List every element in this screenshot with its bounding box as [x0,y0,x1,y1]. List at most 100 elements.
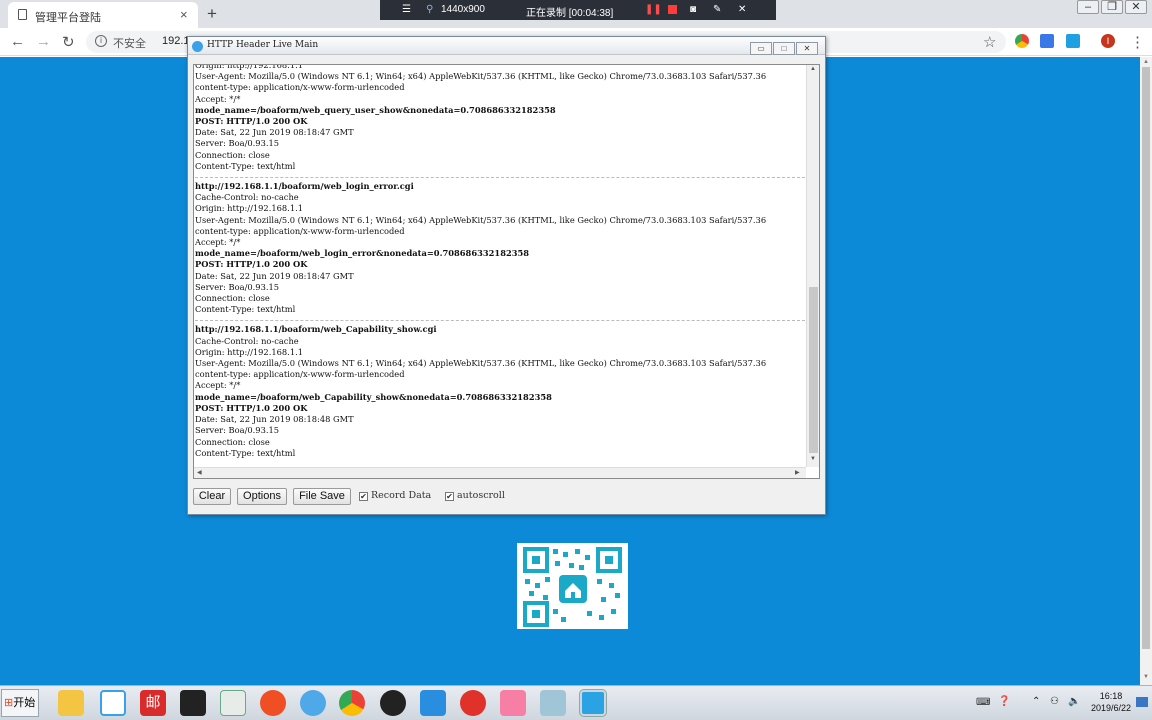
checkmark-icon[interactable]: ✔ [359,492,368,501]
log-line: mode_name=/boaform/web_query_user_show&n… [195,104,556,115]
back-icon[interactable]: ← [10,33,25,50]
log-line: Server: Boa/0.93.15 [195,425,280,436]
page-scroll-thumb[interactable] [1142,67,1150,649]
log-line: Cache-Control: no-cache [195,192,299,203]
pause-icon[interactable]: ❚❚ [645,4,662,15]
log-line: http://192.168.1.1/boaform/web_Capabilit… [195,324,437,335]
clock-date: 2019/6/22 [1090,703,1132,713]
log-line: POST: HTTP/1.0 200 OK [195,402,308,413]
log-line: Content-Type: text/html [195,447,296,458]
log-scroll-down-arrow[interactable]: ▼ [810,456,816,462]
header-log-area[interactable]: Origin: http://192.168.1.1 User-Agent: Mo… [193,64,820,479]
info-icon[interactable]: i [95,35,107,47]
baidu-netdisk-icon[interactable] [100,690,126,716]
windows-logo-icon: ⊞ [4,697,14,709]
app-icon [192,41,203,52]
volume-icon[interactable]: 🔈 [1068,696,1080,707]
minimize-button[interactable]: – [1077,0,1099,14]
bookmark-star-icon[interactable]: ☆ [983,33,996,51]
log-line: Accept: */* [195,237,241,248]
log-scroll-left-arrow[interactable]: ◀ [197,469,202,476]
autoscroll-checkbox[interactable]: ✔ autoscroll [445,490,505,501]
video-app-icon[interactable] [380,690,406,716]
start-button[interactable]: ⊞开始 [1,689,39,717]
extension-icon[interactable] [1066,34,1080,48]
pin-icon[interactable]: ⚲ [426,4,433,15]
checkmark-icon[interactable]: ✔ [445,492,454,501]
reload-icon[interactable]: ↻ [62,33,75,51]
file-explorer-icon[interactable] [58,690,84,716]
browser-tab[interactable]: 管理平台登陆 × [8,2,198,28]
log-line: Connection: close [195,149,270,160]
netease-music-icon[interactable] [460,690,486,716]
translate-icon[interactable] [1040,34,1054,48]
log-scroll-up-arrow[interactable]: ▲ [810,66,816,72]
notes-icon[interactable] [540,690,566,716]
log-horizontal-scrollbar[interactable]: ◀ ▶ [194,467,806,478]
bilibili-icon[interactable] [500,690,526,716]
mail-app-icon[interactable]: 邮 [140,690,166,716]
network-icon[interactable]: ⚇ [1050,696,1059,707]
log-line: Date: Sat, 22 Jun 2019 08:18:47 GMT [195,270,354,281]
page-scrollbar[interactable]: ▲ ▼ [1140,57,1152,685]
help-icon[interactable]: ❓ [998,696,1010,707]
media-player-icon[interactable] [260,690,286,716]
forward-icon[interactable]: → [36,33,51,50]
show-desktop-icon[interactable] [1136,697,1148,707]
pen-icon[interactable]: ✎ [713,4,721,15]
log-line: Content-Type: text/html [195,160,296,171]
options-button[interactable]: Options [237,488,287,505]
feishu-icon[interactable] [420,690,446,716]
file-save-button[interactable]: File Save [293,488,351,505]
taskbar-clock[interactable]: 16:18 2019/6/22 [1088,690,1134,714]
page-icon [18,9,27,20]
log-line: User-Agent: Mozilla/5.0 (Windows NT 6.1;… [195,71,767,82]
profile-avatar[interactable]: I [1101,34,1115,48]
scroll-down-arrow[interactable]: ▼ [1143,674,1149,680]
camera-icon[interactable]: ◙ [690,4,696,15]
maximize-button[interactable]: □ [773,42,795,55]
security-label: 不安全 [113,38,146,50]
stop-icon[interactable] [668,5,677,14]
chrome-extension-icon[interactable] [1015,34,1029,48]
chrome-icon[interactable] [339,690,365,716]
new-tab-button[interactable]: + [207,4,217,24]
show-hidden-icons[interactable]: ⌃ [1032,696,1040,707]
log-line: Server: Boa/0.93.15 [195,281,280,292]
clear-button[interactable]: Clear [193,488,231,505]
menu-icon[interactable]: ☰ [402,4,411,15]
command-prompt-icon[interactable] [180,690,206,716]
close-button[interactable]: ✕ [796,42,818,55]
record-data-checkbox[interactable]: ✔ Record Data [359,490,431,501]
recording-resolution: 1440x900 [441,4,485,15]
keyboard-icon[interactable]: ⌨ [976,697,990,708]
recording-status: 正在录制 [00:04:38] [526,8,614,19]
autoscroll-label: autoscroll [457,490,505,501]
log-line: User-Agent: Mozilla/5.0 (Windows NT 6.1;… [195,358,767,369]
log-line: Date: Sat, 22 Jun 2019 08:18:48 GMT [195,414,354,425]
browser-icon[interactable] [300,690,326,716]
tab-close-icon[interactable]: × [180,7,188,22]
log-scroll-right-arrow[interactable]: ▶ [795,469,800,476]
restore-button[interactable]: ❐ [1101,0,1123,14]
minimize-button[interactable]: ▭ [750,42,772,55]
http-header-live-taskbar-icon[interactable] [579,689,607,717]
close-window-button[interactable]: ✕ [1125,0,1147,14]
record-data-label: Record Data [371,490,432,501]
scroll-up-arrow[interactable]: ▲ [1143,59,1149,65]
log-scroll-thumb[interactable] [809,287,818,453]
more-menu-icon[interactable]: ⋮ [1130,33,1145,51]
window-controls: – ❐ ✕ [1075,0,1147,18]
log-line: Origin: http://192.168.1.1 [195,346,304,357]
log-line: http://192.168.1.1/boaform/web_login_err… [195,181,414,192]
log-line: content-type: application/x-www-form-url… [195,82,405,93]
log-vertical-scrollbar[interactable]: ▲ ▼ [806,65,819,467]
qr-code-image [517,543,628,629]
close-recorder-icon[interactable]: ✕ [738,4,746,15]
editor-icon[interactable] [220,690,246,716]
window-title-bar[interactable]: HTTP Header Live Main ▭ □ ✕ [188,37,825,55]
log-line: Accept: */* [195,380,241,391]
log-separator [195,320,805,322]
tab-title: 管理平台登陆 [35,12,101,24]
log-line: Origin: http://192.168.1.1 [195,64,304,70]
